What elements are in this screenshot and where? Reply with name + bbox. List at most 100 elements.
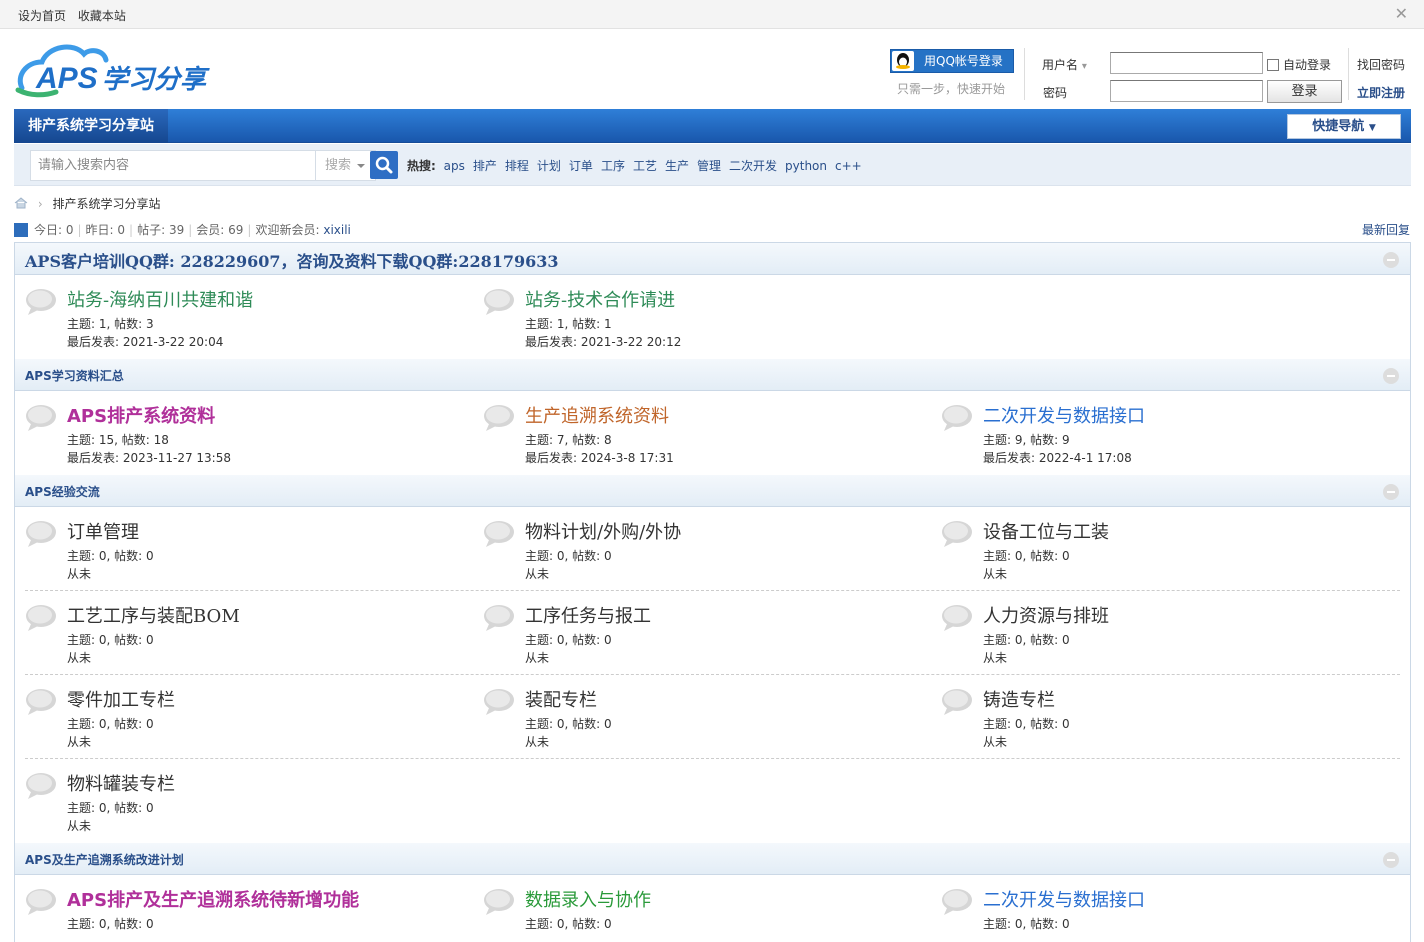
search-type-select[interactable]: 搜索 [315,150,376,181]
forum-last-post[interactable]: 最后发表: 2021-3-22 20:04 [67,333,223,350]
hot-item[interactable]: 工艺 [633,159,657,173]
collapse-icon[interactable] [1383,852,1399,868]
forum-last-post[interactable]: 从未 [983,649,1007,666]
forum-stats: 主题: 0, 帖数: 0 [983,549,1070,563]
home-icon[interactable] [14,197,28,211]
forum-last-post[interactable]: 从未 [525,733,549,750]
quick-nav-button[interactable]: 快捷导航 ▼ [1287,114,1401,139]
forum-name-link[interactable]: 物料计划/外购/外协 [525,518,681,544]
forum-last-post[interactable]: 最后发表: 2022-4-1 17:08 [983,449,1132,466]
forum-name-link[interactable]: 订单管理 [67,518,139,544]
checkbox-box[interactable] [1267,59,1279,71]
hot-item[interactable]: 生产 [665,159,689,173]
forum-last-post[interactable]: 从未 [67,817,91,834]
category-title[interactable]: APS学习资料汇总 [25,367,124,384]
search-input[interactable]: 请输入搜索内容 [30,150,316,181]
category-title[interactable]: APS客户培训QQ群: 228229607，咨询及资料下载QQ群:2281796… [25,248,559,272]
search-button[interactable] [370,151,398,179]
forum-item: 站务-技术合作请进主题: 1, 帖数: 1 最后发表: 2021-3-22 20:… [473,275,931,359]
qq-login-button[interactable]: 用QQ帐号登录 [890,49,1014,73]
forum-last-post[interactable]: 从未 [983,733,1007,750]
forum-name-link[interactable]: 工序任务与报工 [525,602,651,628]
register-link[interactable]: 立即注册 [1357,84,1405,101]
forum-bubble-icon [483,604,515,632]
svg-text:学习分享: 学习分享 [102,65,210,95]
forum-name-link[interactable]: APS排产及生产追溯系统待新增功能 [67,886,359,912]
forum-stats: 主题: 0, 帖数: 0 [525,717,612,731]
nav-item-home[interactable]: 排产系统学习分享站 [14,109,168,143]
hot-item[interactable]: 计划 [537,159,561,173]
forum-name-link[interactable]: 物料罐装专栏 [67,770,175,796]
forum-bubble-icon [483,688,515,716]
forum-row: 站务-海纳百川共建和谐主题: 1, 帖数: 3 最后发表: 2021-3-22 2… [15,275,1410,359]
forum-bubble-icon [25,520,57,548]
forum-name-link[interactable]: 站务-技术合作请进 [525,286,675,312]
forum-name-link[interactable]: 设备工位与工装 [983,518,1109,544]
forum-grid: APS排产系统资料 主题: 15, 帖数: 18 最后发表: 2023-11-27 … [15,391,1410,475]
forum-last-post[interactable]: 从未 [67,733,91,750]
forum-name-link[interactable]: 零件加工专栏 [67,686,175,712]
forum-stats: 主题: 1, 帖数: 3 [67,317,154,331]
forum-name-link[interactable]: 二次开发与数据接口 [983,402,1145,428]
close-icon[interactable]: ✕ [1395,4,1408,23]
forum-last-post[interactable]: 最后发表: 2021-3-22 20:12 [525,333,681,350]
forum-stats: 主题: 0, 帖数: 0 [525,633,612,647]
breadcrumb-current[interactable]: 排产系统学习分享站 [52,197,160,211]
forum-last-post[interactable]: 从未 [525,565,549,582]
category-title[interactable]: APS及生产追溯系统改进计划 [25,851,184,868]
find-password-link[interactable]: 找回密码 [1357,56,1405,73]
collapse-icon[interactable] [1383,368,1399,384]
forum-name-link[interactable]: 生产追溯系统资料 [525,402,669,428]
forum-last-post[interactable]: 从未 [525,649,549,666]
forum-name-link[interactable]: 二次开发与数据接口 [983,886,1145,912]
password-input[interactable] [1110,80,1263,102]
forum-name-link[interactable]: 人力资源与排班 [983,602,1109,628]
forum-last-post[interactable]: 从未 [67,565,91,582]
hot-item[interactable]: 排程 [505,159,529,173]
forum-name-link[interactable]: 铸造专栏 [983,686,1055,712]
collapse-icon[interactable] [1383,252,1399,268]
forum-name-link[interactable]: 站务-海纳百川共建和谐 [67,286,253,312]
collapse-icon[interactable] [1383,484,1399,500]
forum-last-post[interactable]: 从未 [983,565,1007,582]
forum-item: APS排产及生产追溯系统待新增功能 主题: 0, 帖数: 0 [15,875,473,942]
auto-login-checkbox[interactable]: 自动登录 [1267,56,1331,73]
hot-item[interactable]: 工序 [601,159,625,173]
stat-members: 会员: 69 [196,223,244,237]
forum-stats: 主题: 9, 帖数: 9 [983,433,1070,447]
category-header: APS学习资料汇总 [15,359,1410,391]
hot-item[interactable]: aps [444,159,465,173]
username-label[interactable]: 用户名 ▾ [1042,56,1087,73]
forum-name-link[interactable]: APS排产系统资料 [67,402,215,428]
hot-item[interactable]: 二次开发 [729,159,777,173]
hot-item[interactable]: 管理 [697,159,721,173]
forum-last-post[interactable]: 最后发表: 2024-3-8 17:31 [525,449,674,466]
forum-row: 订单管理主题: 0, 帖数: 0 从未 物料计划/外购/外协主题: 0, 帖数: 0… [25,507,1400,591]
login-button[interactable]: 登录 [1267,80,1342,103]
forum-stats: 主题: 0, 帖数: 0 [983,633,1070,647]
bookmark-link[interactable]: 收藏本站 [78,9,126,23]
hot-item[interactable]: c++ [835,159,862,173]
top-bar: 设为首页 收藏本站 ✕ [0,0,1424,29]
hot-item[interactable]: 排产 [473,159,497,173]
forum-last-post[interactable]: 从未 [67,649,91,666]
forum-stats: 主题: 0, 帖数: 0 [525,549,612,563]
username-input[interactable] [1110,52,1263,74]
site-logo[interactable]: APS 学习分享 [14,38,244,100]
forum-name-link[interactable]: 装配专栏 [525,686,597,712]
hot-item[interactable]: 订单 [569,159,593,173]
set-home-link[interactable]: 设为首页 [18,9,66,23]
forum-name-link[interactable]: 数据录入与协作 [525,886,651,912]
forum-name-link[interactable]: 工艺工序与装配BOM [67,602,240,628]
category-header: APS经验交流 [15,475,1410,507]
latest-reply-link[interactable]: 最新回复 [1362,221,1410,238]
category-title[interactable]: APS经验交流 [25,483,100,500]
newest-member-link[interactable]: xixili [323,223,351,237]
logo-graphic: APS 学习分享 [15,44,210,98]
hot-label: 热搜: [407,159,436,173]
forum-bubble-icon [483,520,515,548]
forum-last-post[interactable]: 最后发表: 2023-11-27 13:58 [67,449,231,466]
forum-stats: 主题: 1, 帖数: 1 [525,317,612,331]
hot-item[interactable]: python [785,159,827,173]
forum-stats: 主题: 0, 帖数: 0 [983,917,1070,931]
